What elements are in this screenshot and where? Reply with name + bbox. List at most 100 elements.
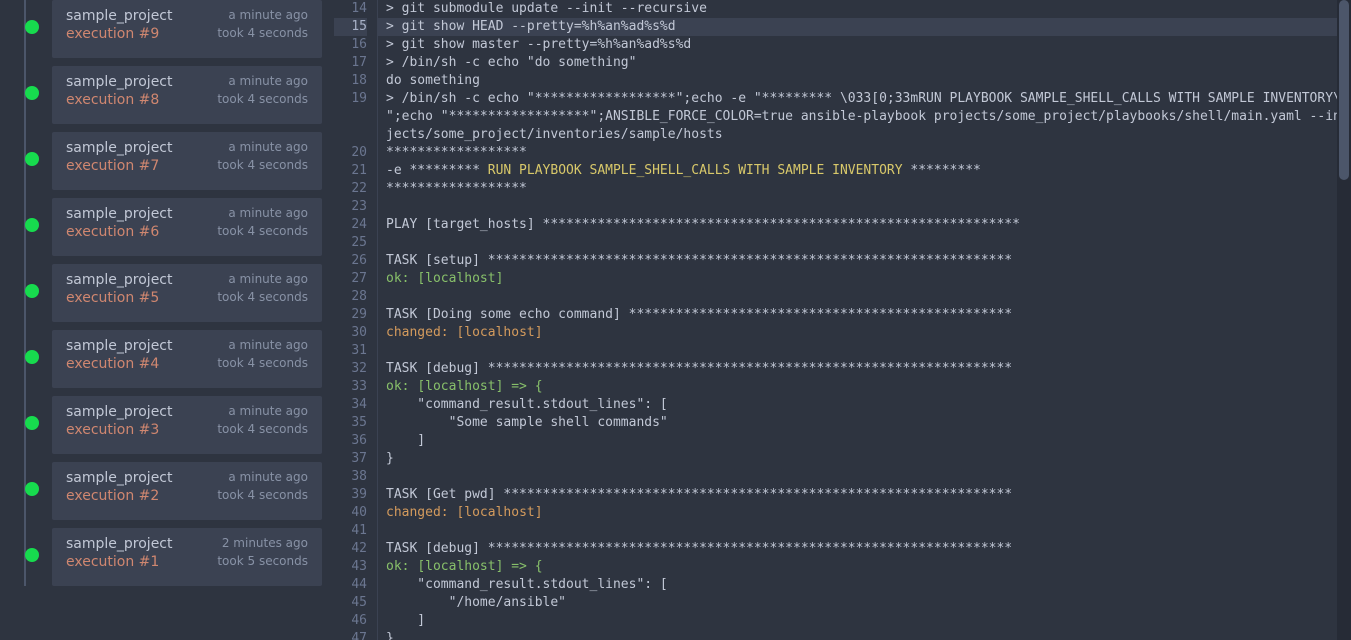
- execution-duration: took 4 seconds: [217, 24, 308, 42]
- line-number: 21: [334, 162, 367, 180]
- log-line: > git show master --pretty=%h%an%ad%s%d: [378, 36, 1337, 54]
- execution-item-1[interactable]: sample_projectexecution #12 minutes agot…: [52, 528, 322, 586]
- line-number: 16: [334, 36, 367, 54]
- line-number: 37: [334, 450, 367, 468]
- line-number: [334, 108, 367, 126]
- execution-item-5[interactable]: sample_projectexecution #5a minute agoto…: [52, 264, 322, 322]
- execution-time: a minute ago: [217, 72, 308, 90]
- scrollbar-thumb[interactable]: [1339, 0, 1349, 180]
- execution-time: a minute ago: [217, 270, 308, 288]
- line-number: 25: [334, 234, 367, 252]
- execution-meta: a minute agotook 4 seconds: [217, 6, 308, 42]
- execution-duration: took 4 seconds: [217, 288, 308, 306]
- line-number: 14: [334, 0, 367, 18]
- line-number: 26: [334, 252, 367, 270]
- execution-duration: took 4 seconds: [217, 420, 308, 438]
- log-line: [378, 288, 1337, 306]
- line-number: 22: [334, 180, 367, 198]
- execution-meta: 2 minutes agotook 5 seconds: [217, 534, 308, 570]
- log-line: > git show HEAD --pretty=%h%an%ad%s%d: [378, 18, 1337, 36]
- execution-duration: took 5 seconds: [217, 552, 308, 570]
- vertical-scrollbar[interactable]: [1337, 0, 1351, 640]
- line-number: 18: [334, 72, 367, 90]
- log-line: ok: [localhost] => {: [378, 558, 1337, 576]
- line-number: 28: [334, 288, 367, 306]
- line-number: 24: [334, 216, 367, 234]
- line-number: 33: [334, 378, 367, 396]
- log-output[interactable]: > git submodule update --init --recursiv…: [378, 0, 1337, 640]
- line-number: 31: [334, 342, 367, 360]
- execution-duration: took 4 seconds: [217, 90, 308, 108]
- line-number: 23: [334, 198, 367, 216]
- log-line: "command_result.stdout_lines": [: [378, 396, 1337, 414]
- log-line: TASK [debug] ***************************…: [378, 540, 1337, 558]
- line-number: 17: [334, 54, 367, 72]
- log-line: PLAY [target_hosts] ********************…: [378, 216, 1337, 234]
- log-line: changed: [localhost]: [378, 324, 1337, 342]
- execution-meta: a minute agotook 4 seconds: [217, 468, 308, 504]
- line-number: 44: [334, 576, 367, 594]
- line-number: 38: [334, 468, 367, 486]
- line-number: 27: [334, 270, 367, 288]
- log-line: > git submodule update --init --recursiv…: [378, 0, 1337, 18]
- execution-item-6[interactable]: sample_projectexecution #6a minute agoto…: [52, 198, 322, 256]
- execution-item-7[interactable]: sample_projectexecution #7a minute agoto…: [52, 132, 322, 190]
- log-line: }: [378, 450, 1337, 468]
- line-number: 36: [334, 432, 367, 450]
- log-line: TASK [Doing some echo command] *********…: [378, 306, 1337, 324]
- execution-item-2[interactable]: sample_projectexecution #2a minute agoto…: [52, 462, 322, 520]
- log-line: [378, 522, 1337, 540]
- execution-item-3[interactable]: sample_projectexecution #3a minute agoto…: [52, 396, 322, 454]
- log-line: "command_result.stdout_lines": [: [378, 576, 1337, 594]
- execution-item-8[interactable]: sample_projectexecution #8a minute agoto…: [52, 66, 322, 124]
- log-line: jects/some_project/inventories/sample/ho…: [378, 126, 1337, 144]
- log-line: > /bin/sh -c echo "do something": [378, 54, 1337, 72]
- line-number: 40: [334, 504, 367, 522]
- execution-item-4[interactable]: sample_projectexecution #4a minute agoto…: [52, 330, 322, 388]
- log-line: [378, 198, 1337, 216]
- line-number: [334, 126, 367, 144]
- line-number: 20: [334, 144, 367, 162]
- execution-meta: a minute agotook 4 seconds: [217, 72, 308, 108]
- line-number-gutter: 1415161718192021222324252627282930313233…: [334, 0, 378, 640]
- execution-meta: a minute agotook 4 seconds: [217, 204, 308, 240]
- log-line: ]: [378, 432, 1337, 450]
- line-number: 47: [334, 630, 367, 640]
- line-number: 19: [334, 90, 367, 108]
- log-line: ok: [localhost] => {: [378, 378, 1337, 396]
- log-line: "Some sample shell commands": [378, 414, 1337, 432]
- log-line: [378, 342, 1337, 360]
- execution-time: a minute ago: [217, 204, 308, 222]
- line-number: 39: [334, 486, 367, 504]
- log-line: do something: [378, 72, 1337, 90]
- line-number: 46: [334, 612, 367, 630]
- execution-meta: a minute agotook 4 seconds: [217, 138, 308, 174]
- execution-meta: a minute agotook 4 seconds: [217, 336, 308, 372]
- line-number: 32: [334, 360, 367, 378]
- execution-duration: took 4 seconds: [217, 222, 308, 240]
- log-line: ok: [localhost]: [378, 270, 1337, 288]
- execution-duration: took 4 seconds: [217, 156, 308, 174]
- line-number: 42: [334, 540, 367, 558]
- execution-duration: took 4 seconds: [217, 486, 308, 504]
- execution-sidebar: sample_projectexecution #9a minute agoto…: [0, 0, 334, 640]
- log-line: -e ********* RUN PLAYBOOK SAMPLE_SHELL_C…: [378, 162, 1337, 180]
- log-line: ]: [378, 612, 1337, 630]
- log-line: > /bin/sh -c echo "******************";e…: [378, 90, 1337, 108]
- execution-time: a minute ago: [217, 468, 308, 486]
- line-number: 34: [334, 396, 367, 414]
- execution-item-9[interactable]: sample_projectexecution #9a minute agoto…: [52, 0, 322, 58]
- log-line: ";echo "******************";ANSIBLE_FORC…: [378, 108, 1337, 126]
- log-line: ******************: [378, 180, 1337, 198]
- line-number: 35: [334, 414, 367, 432]
- line-number: 45: [334, 594, 367, 612]
- execution-time: a minute ago: [217, 138, 308, 156]
- log-line: ******************: [378, 144, 1337, 162]
- execution-duration: took 4 seconds: [217, 354, 308, 372]
- execution-timeline: sample_projectexecution #9a minute agoto…: [0, 0, 334, 586]
- execution-time: a minute ago: [217, 336, 308, 354]
- log-panel: 1415161718192021222324252627282930313233…: [334, 0, 1351, 640]
- log-line: "/home/ansible": [378, 594, 1337, 612]
- log-line: TASK [setup] ***************************…: [378, 252, 1337, 270]
- line-number: 29: [334, 306, 367, 324]
